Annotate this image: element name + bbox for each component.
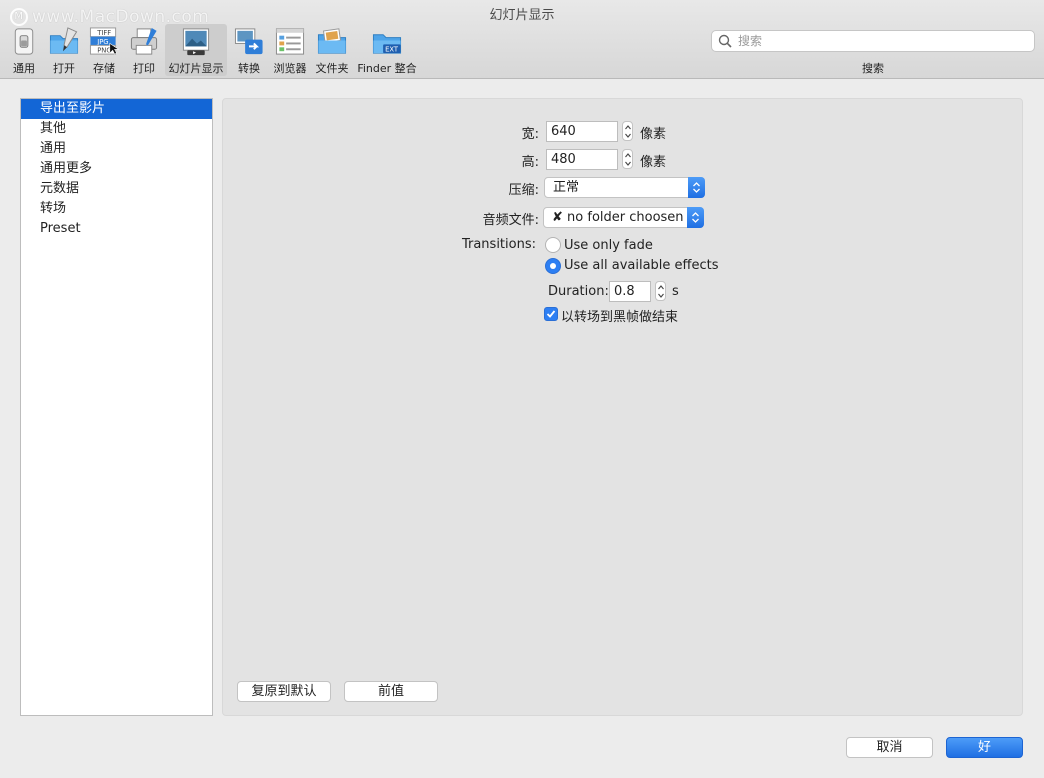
duration-unit: s <box>672 284 679 299</box>
sidebar: 导出至影片 其他 通用 通用更多 元数据 转场 Preset <box>20 98 213 716</box>
search-icon <box>718 34 732 48</box>
audio-label: 音频文件: <box>482 213 539 228</box>
search-label: 搜索 <box>862 62 884 75</box>
compression-popup[interactable]: 正常 <box>544 177 705 198</box>
sidebar-item-general-more[interactable]: 通用更多 <box>21 159 212 179</box>
general-switch-icon <box>14 28 34 55</box>
sidebar-item-export-movie[interactable]: 导出至影片 <box>21 99 212 119</box>
sidebar-item-transitions[interactable]: 转场 <box>21 199 212 219</box>
printer-icon <box>130 27 158 55</box>
sidebar-item-general[interactable]: 通用 <box>21 139 212 159</box>
stepper-arrows-icon <box>625 125 631 138</box>
end-black-label: 以转场到黑帧做结束 <box>561 310 679 325</box>
duration-field[interactable]: 0.8 <box>609 281 651 302</box>
audio-folder-value: no folder choosen <box>567 210 684 225</box>
height-stepper[interactable] <box>622 149 633 169</box>
toolbar-label: 转换 <box>238 62 260 75</box>
radio-use-all-effects[interactable] <box>545 258 561 274</box>
save-icon-jpg: JPG <box>96 38 108 46</box>
toolbar-label: 浏览器 <box>273 62 307 75</box>
save-formats-icon: TIFF JPG PNG <box>89 27 120 55</box>
finder-icon-text: EXT <box>385 46 399 54</box>
toolbar-label: 文件夹 <box>315 62 349 75</box>
search-field[interactable] <box>711 30 1035 52</box>
width-label: 宽: <box>521 127 539 142</box>
stepper-arrows-icon <box>658 285 664 298</box>
toolbar-slideshow[interactable]: 幻灯片显示 <box>165 24 227 76</box>
toolbar-label: 打开 <box>53 62 75 75</box>
sidebar-item-other[interactable]: 其他 <box>21 119 212 139</box>
toolbar-folder[interactable]: 文件夹 <box>314 24 350 76</box>
folder-icon <box>317 28 347 54</box>
compression-value: 正常 <box>553 180 580 195</box>
radio-use-all-effects-label: Use all available effects <box>564 258 719 273</box>
finder-ext-icon: EXT <box>372 34 402 54</box>
toolbar-save[interactable]: TIFF JPG PNG 存储 <box>88 24 120 76</box>
checkmark-icon <box>546 310 556 318</box>
toolbar-print[interactable]: 打印 <box>128 24 160 76</box>
slideshow-icon <box>182 28 210 56</box>
toolbar-general[interactable]: 通用 <box>8 24 40 76</box>
stepper-arrows-icon <box>625 153 631 166</box>
convert-icon <box>234 28 263 55</box>
settings-panel: 宽: 640 像素 高: 480 像素 压缩: 正常 音频文件: ✘ no fo… <box>222 98 1023 716</box>
restore-defaults-button[interactable]: 复原到默认 <box>237 681 331 702</box>
transitions-label: Transitions: <box>461 237 536 252</box>
save-icon-png: PNG <box>97 47 111 55</box>
toolbar-label: Finder 整合 <box>357 62 417 75</box>
toolbar-label: 存储 <box>93 62 115 75</box>
width-stepper[interactable] <box>622 121 633 141</box>
duration-label: Duration: <box>548 284 609 299</box>
width-field[interactable]: 640 <box>546 121 618 142</box>
toolbar: 幻灯片显示 M www.MacDown.com 通用 打开 TIFF JPG P… <box>0 0 1044 79</box>
duration-stepper[interactable] <box>655 281 666 301</box>
toolbar-label: 通用 <box>13 62 35 75</box>
cancel-button[interactable]: 取消 <box>846 737 933 758</box>
radio-use-only-fade[interactable] <box>545 237 561 253</box>
popup-chevrons-icon <box>687 207 704 228</box>
end-black-checkbox[interactable] <box>544 307 558 321</box>
no-folder-x-icon: ✘ <box>552 210 563 225</box>
save-icon-tiff: TIFF <box>96 29 111 37</box>
sidebar-item-metadata[interactable]: 元数据 <box>21 179 212 199</box>
popup-chevrons-icon <box>688 177 705 198</box>
radio-use-only-fade-label: Use only fade <box>564 238 653 253</box>
toolbar-label: 幻灯片显示 <box>168 62 224 75</box>
width-unit: 像素 <box>640 127 667 142</box>
sidebar-item-preset[interactable]: Preset <box>21 219 212 239</box>
browser-icon <box>275 28 305 55</box>
toolbar-convert[interactable]: 转换 <box>233 24 265 76</box>
toolbar-browser[interactable]: 浏览器 <box>271 24 309 76</box>
toolbar-label: 打印 <box>133 62 155 75</box>
height-field[interactable]: 480 <box>546 149 618 170</box>
open-folder-brush-icon <box>49 27 79 54</box>
ok-button[interactable]: 好 <box>946 737 1023 758</box>
toolbar-open[interactable]: 打开 <box>48 24 80 76</box>
toolbar-finder-integration[interactable]: EXT Finder 整合 <box>356 24 418 76</box>
height-label: 高: <box>521 155 539 170</box>
search-input[interactable] <box>736 33 1020 49</box>
audio-folder-popup[interactable]: ✘ no folder choosen <box>543 207 704 228</box>
compression-label: 压缩: <box>508 183 539 198</box>
height-unit: 像素 <box>640 155 667 170</box>
previous-values-button[interactable]: 前值 <box>344 681 438 702</box>
